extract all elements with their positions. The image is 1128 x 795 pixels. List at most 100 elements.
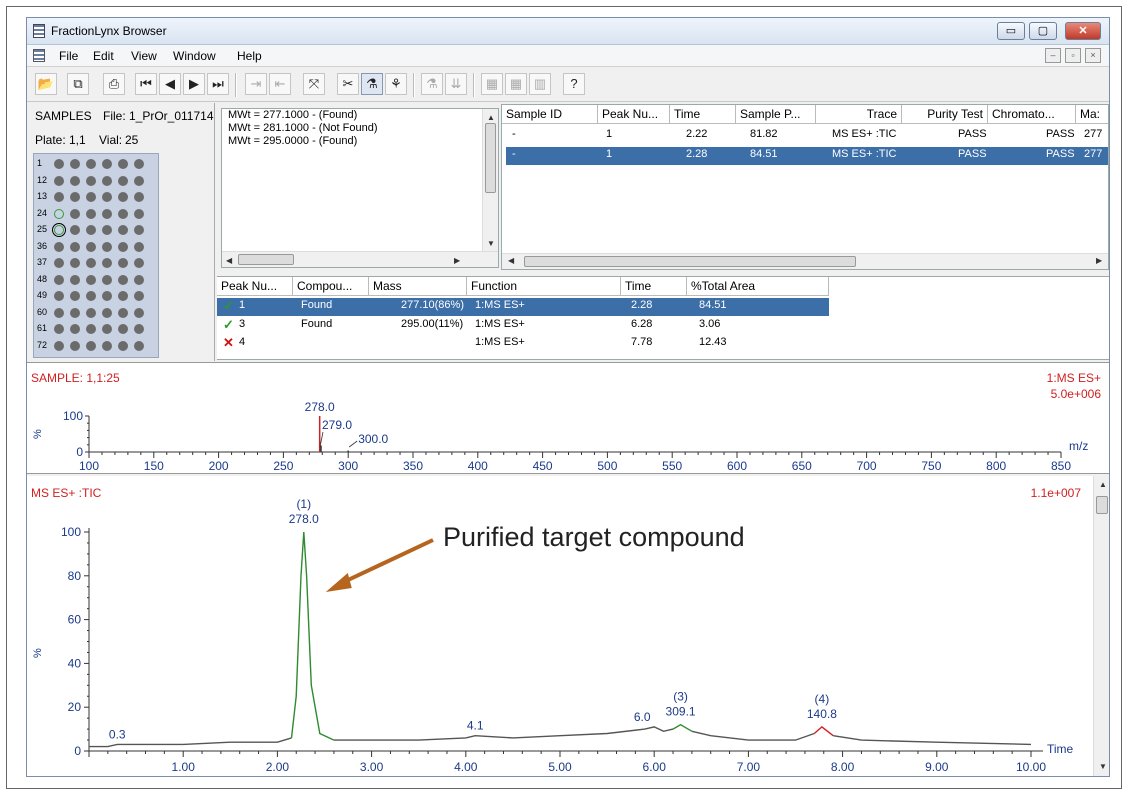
plate-well[interactable] <box>54 324 64 334</box>
plate-well[interactable] <box>134 324 144 334</box>
table-row-selected[interactable]: - 1 2.28 84.51 MS ES+ :TIC PASS PASS 277 <box>506 147 1108 165</box>
plate-well[interactable] <box>118 241 128 252</box>
scroll-thumb[interactable] <box>1096 496 1108 514</box>
mw-horizontal-scrollbar[interactable]: ◀ ▶ <box>222 251 498 267</box>
scroll-down-icon[interactable]: ▼ <box>1099 762 1107 771</box>
column-header[interactable]: Function <box>467 277 621 296</box>
plate-well[interactable] <box>54 258 64 268</box>
plate-well[interactable] <box>54 192 64 202</box>
plate-well[interactable] <box>118 307 128 318</box>
plate-well[interactable] <box>102 324 112 334</box>
plate-well[interactable] <box>102 241 112 252</box>
import-icon[interactable]: ⇤ <box>269 73 291 95</box>
scroll-right-icon[interactable]: ▶ <box>1096 256 1102 265</box>
column-header[interactable]: Time <box>670 105 736 124</box>
plate-well[interactable] <box>86 208 96 219</box>
column-header[interactable]: Time <box>621 277 687 296</box>
plate-well[interactable] <box>134 159 144 169</box>
fit-icon[interactable]: ⤧ <box>303 73 325 95</box>
close-button[interactable]: ✕ <box>1065 22 1101 40</box>
plate-well[interactable] <box>54 175 64 186</box>
plate-well[interactable] <box>86 159 96 169</box>
table-row[interactable]: - 1 2.22 81.82 MS ES+ :TIC PASS PASS 277 <box>502 127 1108 145</box>
plate-well[interactable] <box>70 340 80 351</box>
last-icon[interactable]: ⏭ <box>207 73 229 95</box>
scroll-up-icon[interactable]: ▲ <box>1099 480 1107 489</box>
plate-well[interactable] <box>134 175 144 186</box>
copy-icon[interactable]: ⧉ <box>67 73 89 95</box>
plate-well[interactable] <box>134 258 144 268</box>
column-header[interactable]: Ma: <box>1076 105 1108 124</box>
column-header[interactable]: Mass <box>369 277 467 296</box>
down-disabled-icon[interactable]: ⇊ <box>445 73 467 95</box>
plate-well[interactable] <box>70 175 80 186</box>
first-icon[interactable]: ⏮ <box>135 73 157 95</box>
plate-well[interactable] <box>118 258 128 268</box>
plate-well[interactable] <box>102 192 112 202</box>
table-row[interactable]: ✕ 4 1:MS ES+ 7.78 12.43 <box>217 335 829 353</box>
scroll-thumb[interactable] <box>524 256 856 267</box>
plate-well[interactable] <box>86 241 96 252</box>
help-icon[interactable]: ? <box>563 73 585 95</box>
maximize-button[interactable]: ▢ <box>1029 22 1057 40</box>
plate-well[interactable] <box>70 241 80 252</box>
mw-list[interactable]: MWt = 277.1000 - (Found) MWt = 281.1000 … <box>221 108 499 268</box>
plate-well[interactable] <box>134 192 144 202</box>
chromatogram-chart[interactable]: 1.00 2.00 3.00 4.00 5.00 6.00 7.00 8.00 9.00 10.0… <box>27 476 1091 777</box>
plate-map[interactable]: 1 12 13 24 25 36 37 48 49 60 61 72 <box>33 153 159 358</box>
plate-well[interactable] <box>70 258 80 268</box>
table-row-selected[interactable]: ✓ 1 Found 277.10(86%) 1:MS ES+ 2.28 84.5… <box>217 298 829 316</box>
plate-well[interactable] <box>118 175 128 186</box>
plate-well[interactable] <box>86 291 96 301</box>
plate-well[interactable] <box>134 307 144 318</box>
plate-well[interactable] <box>54 307 64 318</box>
plate-well[interactable] <box>102 340 112 351</box>
mass-spectrum-chart[interactable]: 100 150 200 250 300 350 400 450 500 550 600 650 700 7… <box>27 363 1110 475</box>
filter-icon[interactable]: ⚗ <box>361 73 383 95</box>
prev-icon[interactable]: ◀ <box>159 73 181 95</box>
plate-well[interactable] <box>86 340 96 351</box>
chromatogram-vertical-scrollbar[interactable]: ▲ ▼ <box>1093 476 1109 776</box>
mdi-restore-button[interactable]: ▫ <box>1065 48 1081 63</box>
plate-well[interactable] <box>70 159 80 169</box>
plate-well[interactable] <box>102 208 112 219</box>
column-header[interactable]: Chromato... <box>988 105 1076 124</box>
plate-well[interactable] <box>70 274 80 285</box>
plate-well[interactable] <box>102 225 112 235</box>
scroll-right-icon[interactable]: ▶ <box>454 254 460 267</box>
plate-well[interactable] <box>102 175 112 186</box>
column-header[interactable]: Peak Nu... <box>217 277 293 296</box>
menu-edit[interactable]: Edit <box>93 49 114 63</box>
plate-well[interactable] <box>86 258 96 268</box>
column-header[interactable]: Trace <box>816 105 902 124</box>
plate-well[interactable] <box>54 274 64 285</box>
plate-well[interactable] <box>118 225 128 235</box>
mdi-minimize-button[interactable]: – <box>1045 48 1061 63</box>
plate-well[interactable] <box>102 307 112 318</box>
tree-icon[interactable]: ⚘ <box>385 73 407 95</box>
table-row[interactable]: ✓ 3 Found 295.00(11%) 1:MS ES+ 6.28 3.06 <box>217 317 829 335</box>
plate-well[interactable] <box>54 340 64 351</box>
grid1-icon[interactable]: ▦ <box>481 73 503 95</box>
filter-disabled-icon[interactable]: ⚗ <box>421 73 443 95</box>
scroll-left-icon[interactable]: ◀ <box>226 254 232 267</box>
plate-well[interactable] <box>118 340 128 351</box>
plate-well[interactable] <box>54 241 64 252</box>
menu-view[interactable]: View <box>131 49 157 63</box>
plate-well[interactable] <box>70 291 80 301</box>
grid2-icon[interactable]: ▦ <box>505 73 527 95</box>
plate-well[interactable] <box>118 324 128 334</box>
column-header[interactable]: Peak Nu... <box>598 105 670 124</box>
plate-well[interactable] <box>118 208 128 219</box>
plate-well[interactable] <box>102 159 112 169</box>
plate-well[interactable] <box>134 208 144 219</box>
plate-well[interactable] <box>70 225 80 235</box>
plate-well[interactable] <box>118 192 128 202</box>
plate-well[interactable] <box>134 274 144 285</box>
plate-well[interactable] <box>86 324 96 334</box>
mw-vertical-scrollbar[interactable]: ▲ ▼ <box>482 109 498 251</box>
mw-item[interactable]: MWt = 295.0000 - (Found) <box>222 135 498 148</box>
column-header[interactable]: Purity Test <box>902 105 988 124</box>
column-header[interactable]: %Total Area <box>687 277 829 296</box>
plate-well[interactable] <box>54 291 64 301</box>
